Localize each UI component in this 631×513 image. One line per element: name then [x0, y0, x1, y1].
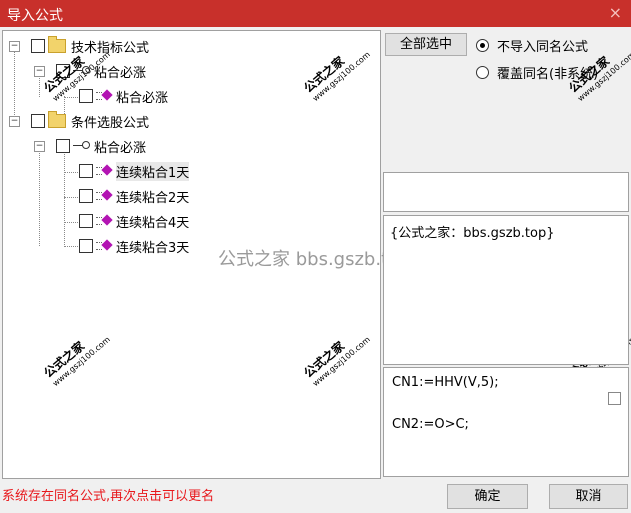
folder-icon	[48, 36, 66, 53]
tree-leaf-indicator[interactable]: 粘合必涨	[79, 85, 168, 107]
tree-line	[64, 222, 80, 223]
expander-icon[interactable]: −	[34, 66, 45, 77]
tree-leaf-1[interactable]: 连续粘合1天	[79, 160, 190, 182]
status-message: 系统存在同名公式,再次点击可以更名	[2, 489, 215, 504]
center-watermark: 公式之家 bbs.gszb.top	[218, 249, 411, 270]
folder-icon	[48, 111, 66, 128]
radio-label: 不导入同名公式	[497, 40, 589, 55]
code-line-2: CN2:=O>C;	[392, 417, 469, 432]
tree-line	[14, 47, 15, 123]
expander-icon[interactable]: −	[9, 116, 20, 127]
formula-icon	[96, 89, 112, 103]
radio-overwrite[interactable]: 覆盖同名(非系统)	[476, 63, 598, 82]
tree-node-label: 连续粘合4天	[116, 215, 190, 231]
tree-line	[64, 97, 80, 98]
tree-node-screening-group[interactable]: 粘合必涨	[56, 135, 146, 157]
checkbox[interactable]	[56, 139, 70, 153]
radio-skip-duplicates[interactable]: 不导入同名公式	[476, 36, 588, 55]
checkbox[interactable]	[79, 214, 93, 228]
name-field[interactable]	[383, 172, 629, 212]
tree-node-label: 连续粘合1天	[116, 161, 190, 181]
tree-node-label: 粘合必涨	[94, 140, 147, 156]
title-bar: 导入公式 ×	[0, 0, 631, 27]
tree-line	[39, 146, 40, 246]
tree-leaf-3[interactable]: 连续粘合4天	[79, 210, 189, 232]
tree-node-screening-formulas[interactable]: 条件选股公式	[31, 110, 149, 132]
checkbox[interactable]	[79, 239, 93, 253]
formula-icon	[96, 164, 112, 178]
cancel-button[interactable]: 取消	[549, 484, 628, 509]
expander-icon[interactable]: −	[34, 141, 45, 152]
dialog-client: − 技术指标公式 − 粘合必涨 粘合必涨 − 条件选股公式 − 粘合必涨 连续粘…	[0, 27, 631, 513]
formula-code-box[interactable]: CN1:=HHV(V,5); CN2:=O>C;	[383, 367, 629, 477]
formula-icon	[96, 189, 112, 203]
radio-unselected-icon[interactable]	[476, 66, 489, 79]
checkbox[interactable]	[79, 164, 93, 178]
code-checkbox[interactable]	[608, 392, 621, 405]
formula-icon	[96, 239, 112, 253]
tree-line	[64, 246, 80, 247]
checkbox[interactable]	[31, 39, 45, 53]
tree-node-label: 条件选股公式	[71, 115, 150, 131]
window-title: 导入公式	[7, 8, 63, 24]
tree-leaf-2[interactable]: 连续粘合2天	[79, 185, 189, 207]
close-icon[interactable]: ×	[609, 3, 622, 22]
checkbox[interactable]	[31, 114, 45, 128]
radio-selected-icon[interactable]	[476, 39, 489, 52]
tree-node-label: 粘合必涨	[116, 90, 169, 106]
tree-leaf-4[interactable]: 连续粘合3天	[79, 235, 189, 257]
radio-label: 覆盖同名(非系统)	[497, 67, 599, 82]
tree-node-label: 连续粘合3天	[116, 240, 190, 256]
ok-button[interactable]: 确定	[447, 484, 528, 509]
key-icon	[73, 140, 90, 152]
select-all-button[interactable]: 全部选中	[385, 33, 467, 56]
tree-line	[64, 197, 80, 198]
expander-icon[interactable]: −	[9, 41, 20, 52]
description-box[interactable]: {公式之家：bbs.gszb.top}	[383, 215, 629, 365]
tree-node-label: 连续粘合2天	[116, 190, 190, 206]
tree-line	[64, 172, 80, 173]
formula-icon	[96, 214, 112, 228]
checkbox[interactable]	[79, 189, 93, 203]
code-line-1: CN1:=HHV(V,5);	[392, 375, 499, 390]
checkbox[interactable]	[79, 89, 93, 103]
description-text: {公式之家：bbs.gszb.top}	[390, 226, 555, 241]
